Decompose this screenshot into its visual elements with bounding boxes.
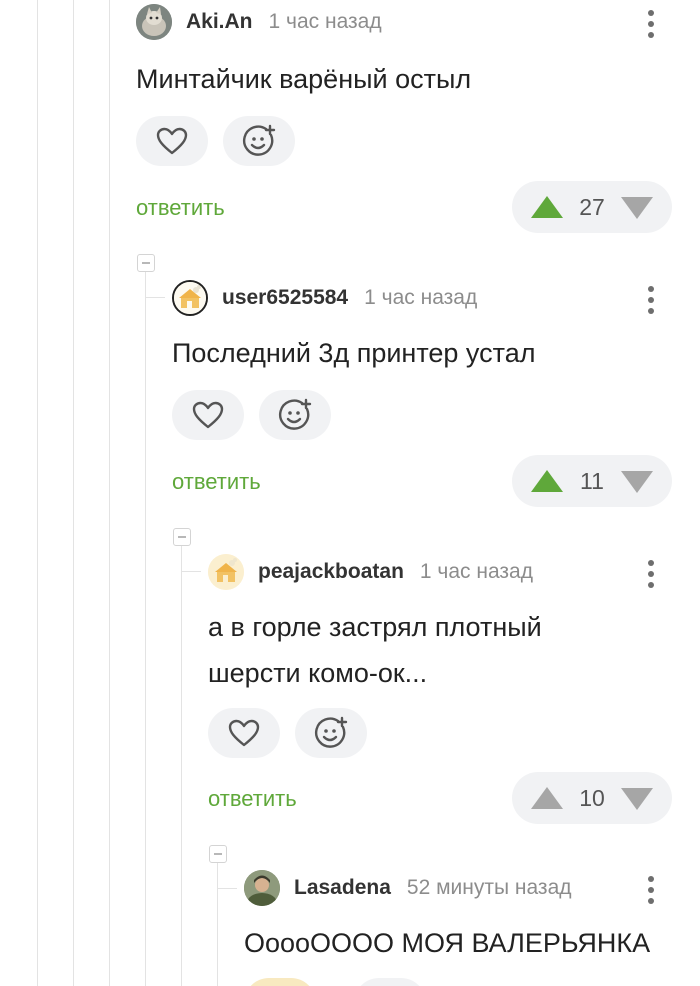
rating-control: 10 [512,772,672,824]
heart-icon [228,719,260,747]
thread-line [109,0,110,986]
comment-time: 1 час назад [268,10,382,33]
smiley-add-icon [278,398,312,430]
comment-author[interactable]: user6525584 [222,286,348,310]
reply-link[interactable]: ответить [136,195,225,221]
comment-author[interactable]: peajackboatan [258,560,404,584]
comment-time: 52 минуты назад [406,876,572,899]
rating-control: 11 [512,455,672,507]
comment: Lasadena 52 минуты назад ОоооОООО МОЯ ВА… [244,866,700,986]
rating-count: 11 [580,468,604,494]
thread-connector [217,888,237,889]
comment-author[interactable]: Lasadena [294,876,391,900]
kebab-menu-icon[interactable] [647,10,655,38]
thread-line [37,0,38,986]
smiley-add-icon [314,716,348,748]
thread-connector [181,571,201,572]
collapse-thread-icon[interactable] [173,528,191,546]
thread-line [181,545,182,986]
downvote-triangle-icon[interactable] [620,196,654,220]
thread-line [73,0,74,986]
collapse-thread-icon[interactable] [209,845,227,863]
comment-text: Последний 3д принтер устал [172,338,536,368]
thread-line [217,862,218,986]
collapse-thread-icon[interactable] [137,254,155,272]
comment: peajackboatan 1 час назад а в горле заст… [208,550,700,830]
comment-author[interactable]: Aki.An [186,10,253,34]
rating-count: 27 [579,194,605,220]
smiley-add-icon [242,124,276,156]
react-button[interactable] [223,116,295,166]
rating-control: 27 [512,181,672,233]
heart-icon [192,401,224,429]
kebab-menu-icon[interactable] [647,286,655,314]
react-button[interactable] [295,708,367,758]
upvote-triangle-icon[interactable] [530,469,564,493]
comment-header: Lasadena 52 минуты назад [244,866,572,910]
avatar[interactable] [208,554,244,590]
like-button[interactable] [244,978,316,986]
kebab-menu-icon[interactable] [647,560,655,588]
avatar[interactable] [136,4,172,40]
comment-text: а в горле застрял плотный шерсти комо-ок… [208,612,542,688]
comment: user6525584 1 час назад Последний 3д при… [172,276,700,516]
comment-text: ОоооОООО МОЯ ВАЛЕРЬЯНКА [244,928,651,958]
avatar[interactable] [172,280,208,316]
avatar[interactable] [244,870,280,906]
kebab-menu-icon[interactable] [647,876,655,904]
reply-link[interactable]: ответить [172,469,261,495]
downvote-triangle-icon[interactable] [620,787,654,811]
comment: Aki.An 1 час назад Минтайчик варёный ост… [136,0,700,240]
upvote-triangle-icon[interactable] [530,786,564,810]
thread-line [145,271,146,986]
like-button[interactable] [208,708,280,758]
comment-header: user6525584 1 час назад [172,276,477,320]
reply-link[interactable]: ответить [208,786,297,812]
rating-count: 10 [579,785,605,811]
like-button[interactable] [136,116,208,166]
heart-icon [156,127,188,155]
comment-time: 1 час назад [364,286,478,309]
thread-connector [145,297,165,298]
comment-header: peajackboatan 1 час назад [208,550,533,594]
react-button[interactable] [259,390,331,440]
upvote-triangle-icon[interactable] [530,195,564,219]
react-button[interactable] [354,978,426,986]
comment-text: Минтайчик варёный остыл [136,64,472,94]
like-button[interactable] [172,390,244,440]
comment-time: 1 час назад [419,560,533,583]
downvote-triangle-icon[interactable] [620,470,654,494]
comment-header: Aki.An 1 час назад [136,0,382,44]
